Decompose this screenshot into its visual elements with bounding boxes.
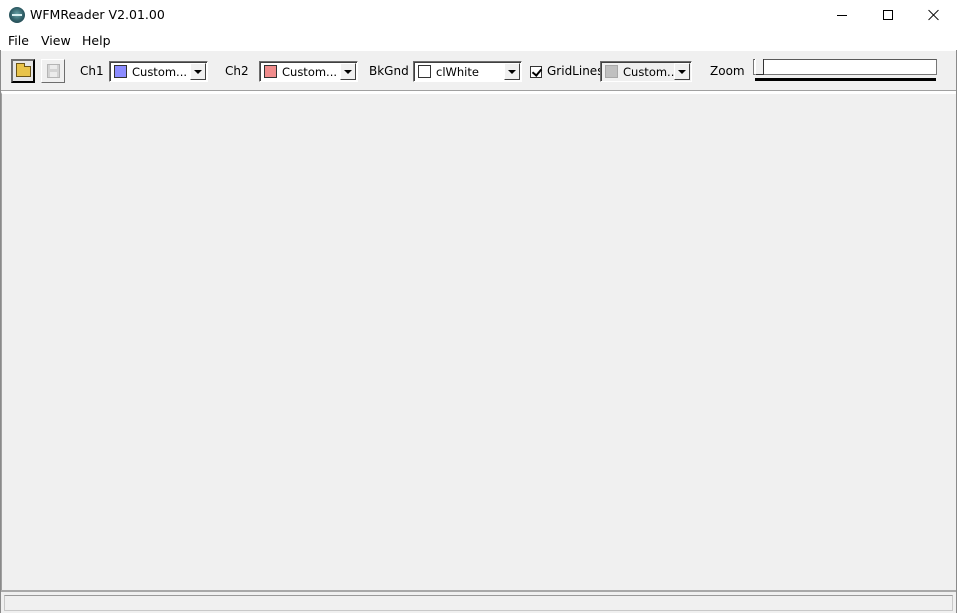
gridlines-color-value: Custom... (623, 65, 679, 79)
bkgnd-label: BkGnd (369, 64, 409, 78)
menu-help[interactable]: Help (82, 33, 111, 48)
ch1-color-value: Custom... (132, 65, 188, 79)
status-panel (4, 595, 953, 611)
zoom-label: Zoom (710, 64, 745, 78)
zoom-slider[interactable] (753, 59, 937, 81)
window-border-left (0, 50, 1, 613)
waveform-area[interactable] (1, 92, 956, 590)
chevron-down-icon[interactable] (504, 63, 520, 80)
close-button[interactable] (911, 0, 957, 30)
save-button[interactable] (41, 59, 65, 83)
toolbar: Ch1 Custom... Ch2 Custom... BkGnd clWhit… (1, 51, 956, 91)
ch2-color-select[interactable]: Custom... (259, 61, 358, 82)
close-icon (928, 9, 940, 21)
minimize-button[interactable] (819, 0, 865, 30)
bkgnd-color-select[interactable]: clWhite (413, 61, 522, 82)
save-icon (47, 64, 60, 78)
folder-open-icon (16, 63, 31, 77)
app-icon (9, 7, 25, 23)
zoom-slider-thumb[interactable] (755, 59, 764, 75)
open-file-button[interactable] (11, 59, 35, 83)
menu-view[interactable]: View (41, 33, 71, 48)
ch2-color-swatch (264, 65, 277, 78)
ch1-color-select[interactable]: Custom... (109, 61, 208, 82)
gridlines-color-select[interactable]: Custom... (600, 61, 692, 82)
minimize-icon (837, 14, 847, 16)
ch1-color-swatch (114, 65, 127, 78)
bkgnd-color-value: clWhite (436, 65, 479, 79)
ch2-label: Ch2 (225, 64, 249, 78)
gridlines-checkbox[interactable] (530, 66, 542, 78)
zoom-slider-track (753, 59, 937, 75)
bkgnd-color-swatch (418, 65, 431, 78)
maximize-icon (883, 10, 893, 20)
menu-bar: File View Help (0, 30, 957, 50)
zoom-slider-base (755, 78, 936, 81)
chevron-down-icon[interactable] (340, 63, 356, 80)
gridlines-color-swatch (605, 65, 618, 78)
title-bar: WFMReader V2.01.00 (0, 0, 957, 30)
maximize-button[interactable] (865, 0, 911, 30)
gridlines-label: GridLines (547, 64, 604, 78)
status-bar (1, 590, 956, 613)
ch2-color-value: Custom... (282, 65, 338, 79)
chevron-down-icon[interactable] (674, 63, 690, 80)
chevron-down-icon[interactable] (190, 63, 206, 80)
ch1-label: Ch1 (80, 64, 104, 78)
window-title: WFMReader V2.01.00 (30, 7, 165, 22)
menu-file[interactable]: File (8, 33, 29, 48)
